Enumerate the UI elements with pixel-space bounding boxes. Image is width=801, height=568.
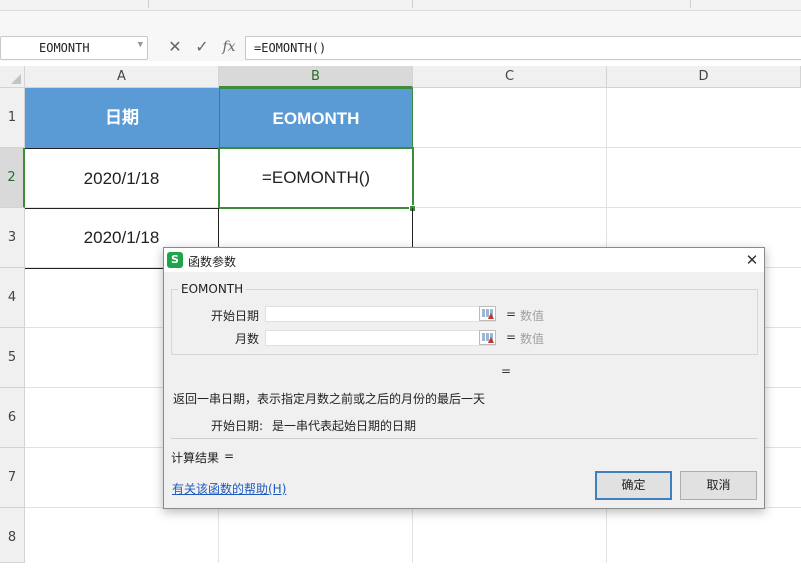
param-desc-text: 是一串代表起始日期的日期 [272,419,417,433]
cell-a1[interactable]: 日期 [25,88,219,148]
chevron-down-icon[interactable]: ▼ [138,40,143,50]
arg-label-months: 月数 [234,332,259,346]
row-header-6[interactable]: 6 [0,388,25,448]
enter-icon[interactable]: ✓ [191,37,213,57]
dialog-titlebar[interactable] [164,248,764,272]
dialog-title: 函数参数 [188,255,237,269]
close-icon[interactable]: ✕ [742,250,762,270]
function-arguments-dialog: S 函数参数 ✕ EOMONTH 开始日期 ▲ = 数值 月数 ▲ = 数值 =… [163,247,765,509]
fx-icon[interactable]: fx [218,37,240,57]
function-description: 返回一串日期，表示指定月数之前或之后的月份的最后一天 [173,392,486,406]
function-name: EOMONTH [178,282,247,296]
arg-result-start-date: 数值 [520,309,545,323]
column-header-d[interactable]: D [607,66,801,88]
row-header-8[interactable]: 8 [0,508,25,563]
arg-result-months: 数值 [520,332,545,346]
divider [171,438,758,439]
cancel-button[interactable]: 取消 [680,471,757,500]
formula-input-value: =EOMONTH() [254,41,327,55]
row-header-2[interactable]: 2 [0,148,25,208]
cell-b2-active[interactable]: =EOMONTH() [218,147,414,209]
calc-result-label: 计算结果 [171,451,220,465]
help-link[interactable]: 有关该函数的帮助(H) [172,480,286,497]
column-header-c[interactable]: C [413,66,607,88]
row-header-3[interactable]: 3 [0,208,25,268]
select-all-corner[interactable] [0,66,25,88]
app-logo-icon: S [167,252,183,268]
arg-eq: = [506,307,517,321]
formula-result-eq: = [501,364,512,378]
column-header-b[interactable]: B [219,66,413,88]
collapse-range-icon[interactable]: ▲ [479,330,496,345]
ok-button[interactable]: 确定 [595,471,672,500]
row-header-4[interactable]: 4 [0,268,25,328]
toolbar-gap [0,11,801,33]
row-header-1[interactable]: 1 [0,88,25,148]
row-header-7[interactable]: 7 [0,448,25,508]
name-box-value: EOMONTH [39,41,90,55]
arg-input-start-date[interactable] [265,306,496,322]
ribbon-edge [0,0,801,11]
column-header-a[interactable]: A [25,66,219,88]
arg-eq: = [506,330,517,344]
row-header-5[interactable]: 5 [0,328,25,388]
collapse-range-icon[interactable]: ▲ [479,306,496,321]
name-box[interactable]: EOMONTH ▼ [0,36,148,60]
arg-label-start-date: 开始日期 [210,309,259,323]
arg-input-months[interactable] [265,330,496,346]
formula-input[interactable]: =EOMONTH() [245,36,801,60]
cell-a2[interactable]: 2020/1/18 [25,148,219,209]
cancel-icon[interactable]: ✕ [164,37,186,57]
cell-b1[interactable]: EOMONTH [219,88,413,148]
calc-result-eq: = [224,449,235,463]
param-desc-label: 开始日期: [211,419,264,433]
